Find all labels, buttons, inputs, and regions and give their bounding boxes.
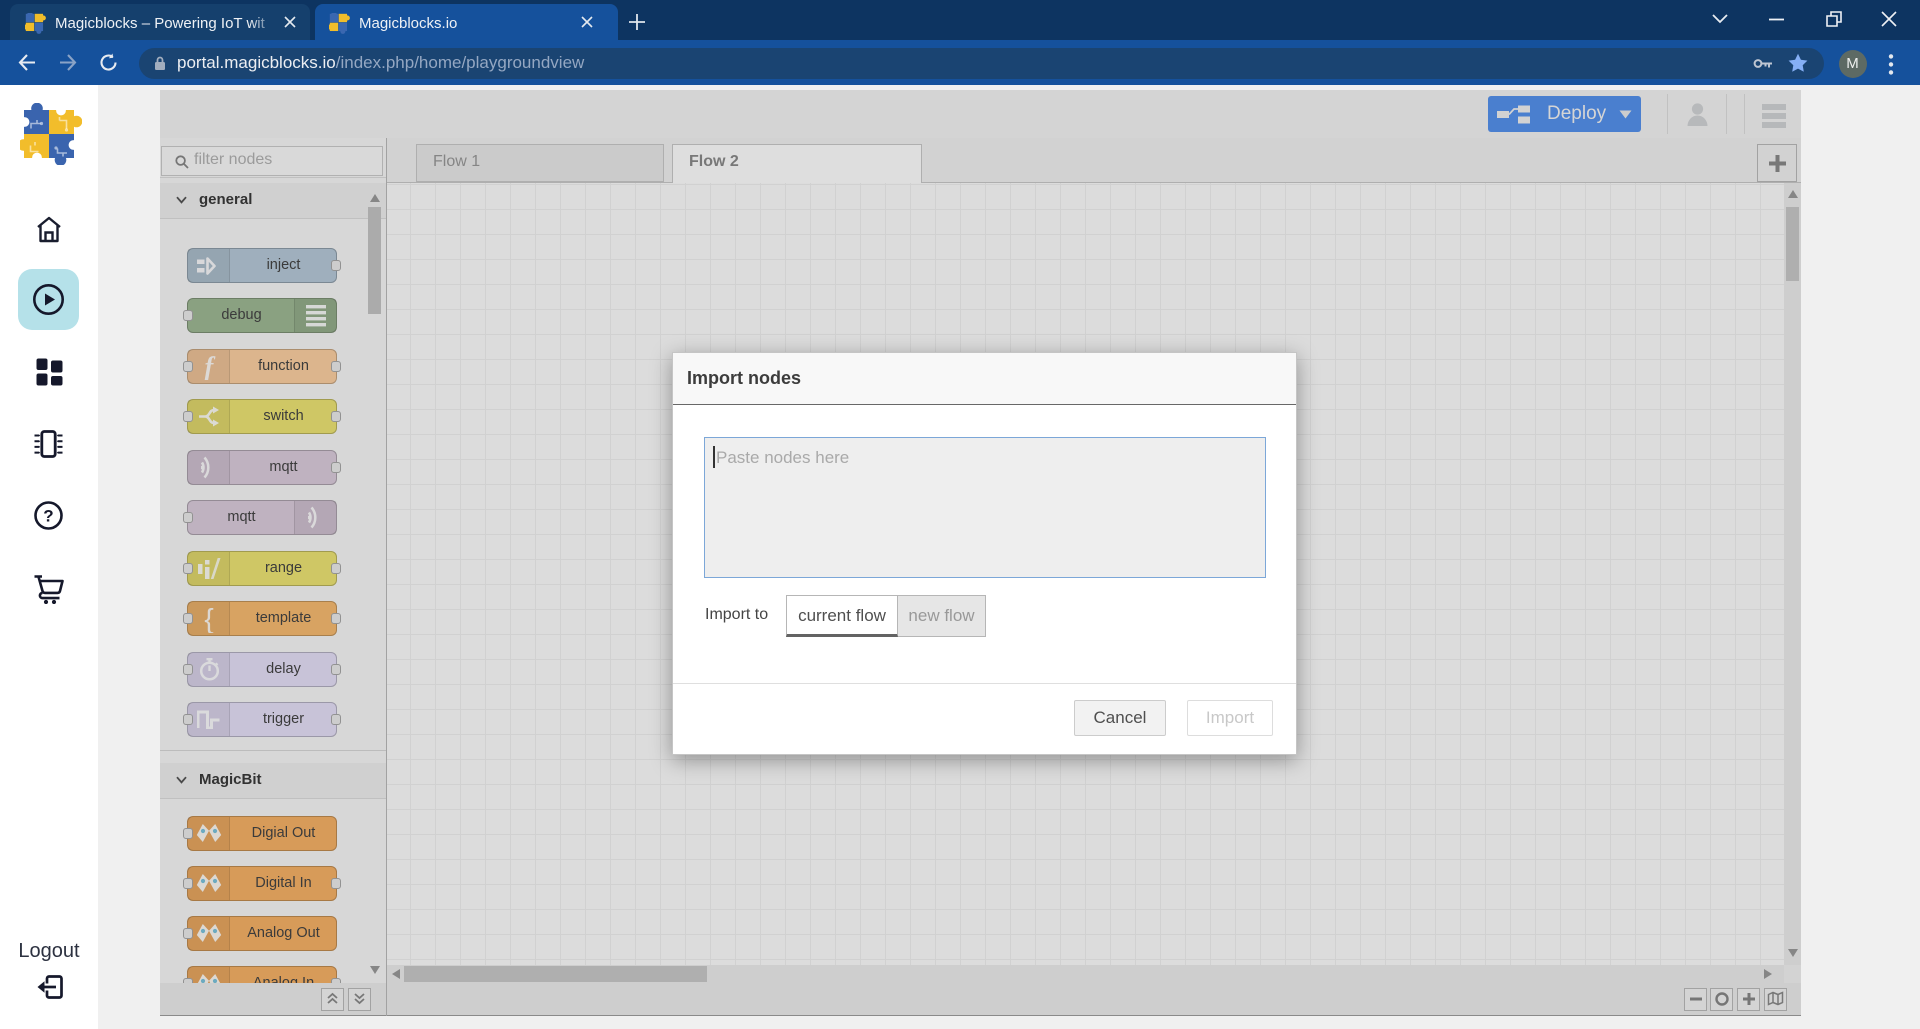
svg-text:?: ?: [43, 507, 53, 526]
